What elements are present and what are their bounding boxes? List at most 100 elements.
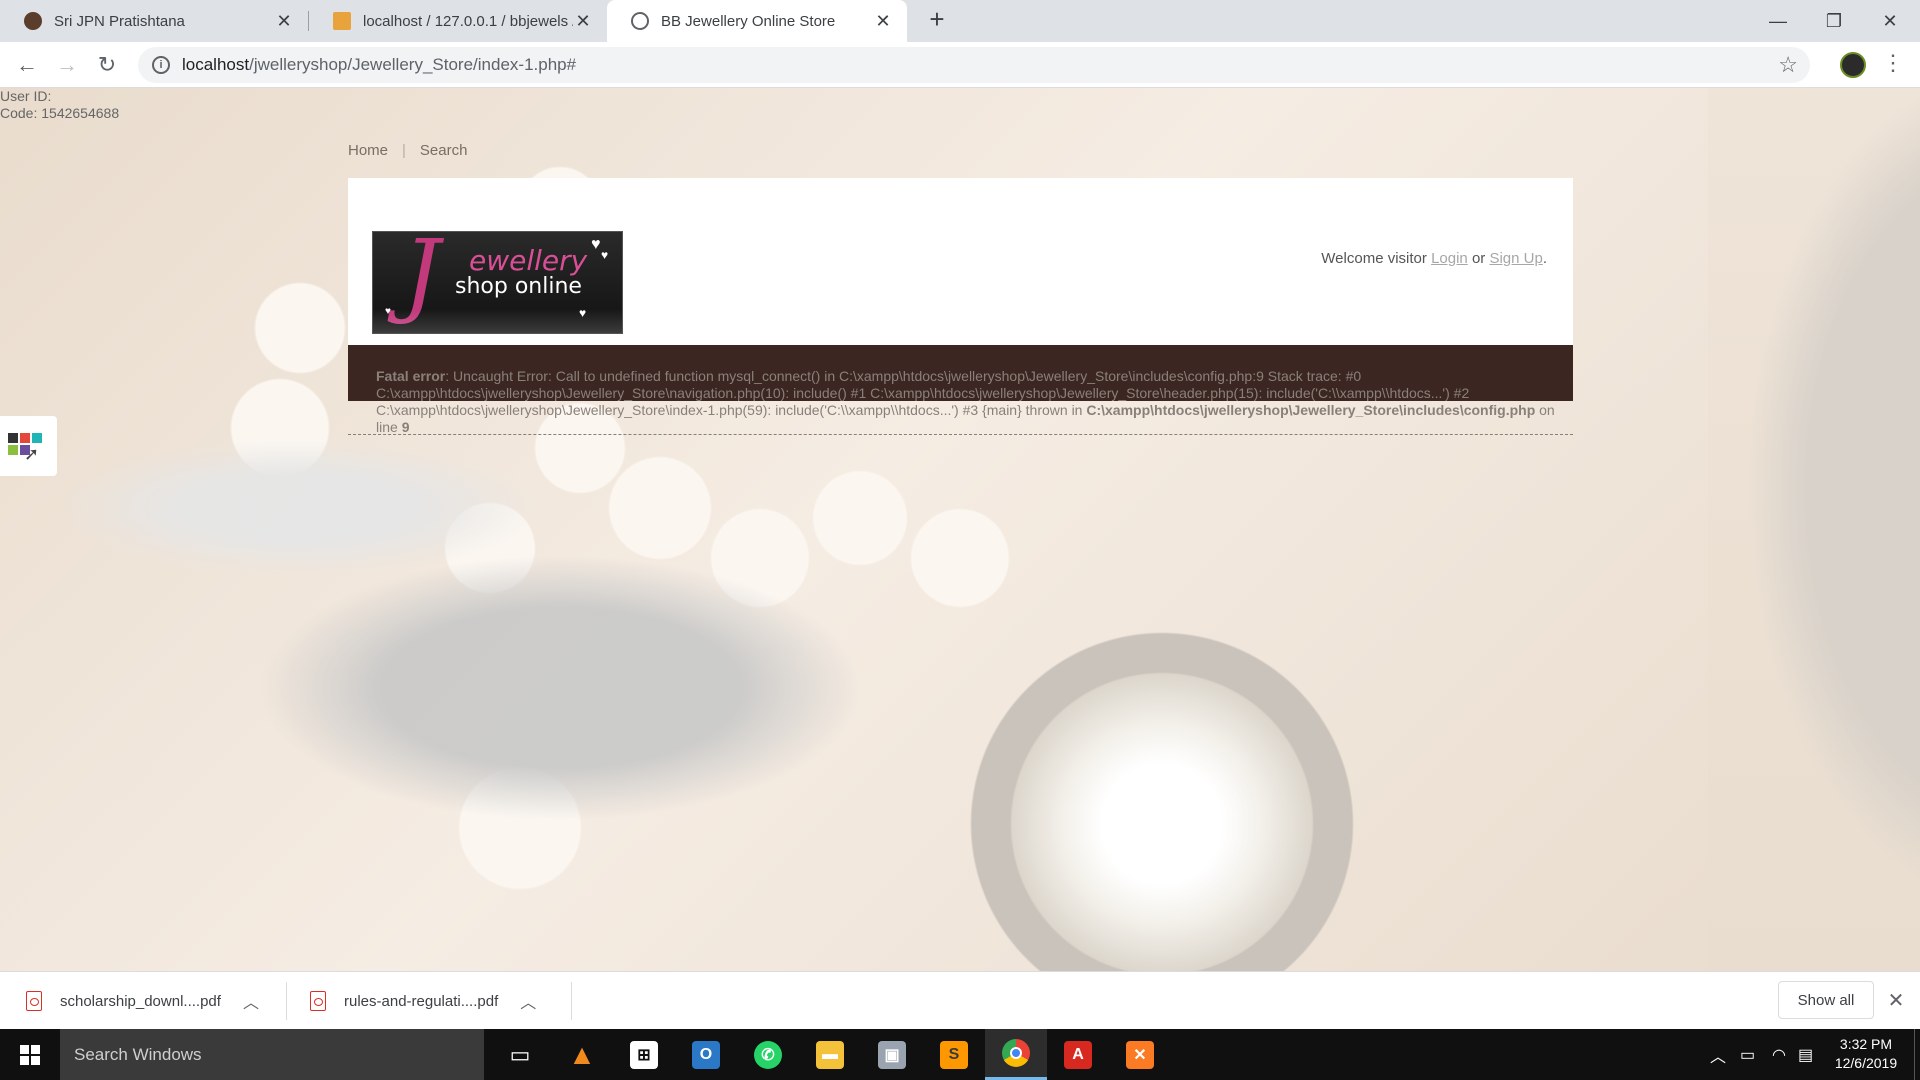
mouse-cursor-icon: ➚ (24, 444, 40, 464)
downloads-shelf: scholarship_downl....pdf ︿ rules-and-reg… (0, 971, 1920, 1029)
file-explorer-icon[interactable]: ▬ (799, 1029, 861, 1080)
outlook-icon[interactable]: O (675, 1029, 737, 1080)
window-close-button[interactable]: ✕ (1862, 0, 1918, 42)
error-file: C:\xampp\htdocs\jwelleryshop\Jewellery_S… (1086, 402, 1536, 418)
download-filename: scholarship_downl....pdf (60, 992, 221, 1010)
widget-square (8, 433, 18, 443)
bookmark-star-icon[interactable]: ☆ (1778, 52, 1798, 78)
background-repeat-image (1708, 88, 1920, 971)
error-label: Fatal error (376, 368, 446, 384)
jewellery-shop-logo[interactable]: J ewellery shop online ♥ ♥ ♥ ♥ (372, 231, 623, 334)
nav-home-link[interactable]: Home (348, 142, 388, 159)
chevron-up-icon[interactable]: ︿ (243, 989, 259, 1013)
profile-avatar[interactable] (1840, 52, 1866, 78)
wifi-icon[interactable]: ◠ (1772, 1029, 1786, 1080)
acrobat-icon[interactable]: A (1047, 1029, 1109, 1080)
download-item[interactable]: rules-and-regulati....pdf ︿ (310, 972, 536, 1030)
welcome-prefix: Welcome visitor (1321, 250, 1427, 267)
download-divider (286, 982, 287, 1020)
windows-logo-icon (20, 1044, 40, 1065)
clock-date: 12/6/2019 (1834, 1055, 1898, 1071)
close-downloads-icon[interactable]: ✕ (1884, 988, 1908, 1013)
heart-icon: ♥ (591, 236, 601, 253)
code-label: Code: (0, 105, 38, 121)
new-tab-button[interactable]: + (922, 4, 952, 35)
vlc-icon[interactable]: ▲ (551, 1029, 613, 1080)
welcome-suffix: . (1542, 250, 1547, 267)
back-arrow-icon[interactable]: ← (12, 50, 42, 80)
whatsapp-icon[interactable]: ✆ (737, 1029, 799, 1080)
widget-square (8, 445, 18, 455)
error-line-number: 9 (401, 419, 410, 435)
tray-chevron-up-icon[interactable]: ︿ (1710, 1029, 1726, 1080)
login-link[interactable]: Login (1431, 250, 1468, 267)
address-bar[interactable]: i localhost/jwelleryshop/Jewellery_Store… (138, 47, 1810, 83)
welcome-message: Welcome visitor Login or Sign Up. (1321, 250, 1547, 267)
task-view-icon[interactable]: ▭ (489, 1029, 551, 1080)
pdf-file-icon (310, 991, 326, 1011)
welcome-or: or (1471, 250, 1486, 267)
taskbar-clock[interactable]: 3:32 PM 12/6/2019 (1826, 1035, 1906, 1073)
logo-letter: J (403, 231, 440, 327)
site-favicon-icon (24, 12, 42, 30)
logo-word-jewellery: ewellery (469, 244, 588, 277)
forward-arrow-icon[interactable]: → (52, 50, 82, 80)
user-info: User ID: Code: 1542654688 (0, 88, 119, 122)
windows-taskbar: Search Windows ▭ ▲ ⊞ O ✆ ▬ ▣ S A ✕ ︿ ▭ ◠… (0, 1029, 1920, 1080)
widget-square (32, 433, 42, 443)
windows-search-box[interactable]: Search Windows (60, 1029, 484, 1080)
download-divider (571, 982, 572, 1020)
download-item[interactable]: scholarship_downl....pdf ︿ (26, 972, 259, 1030)
sign-up-link[interactable]: Sign Up (1489, 250, 1542, 267)
tab-close-icon[interactable]: ✕ (573, 11, 593, 32)
restore-button[interactable]: ❐ (1806, 0, 1862, 42)
extension-widget[interactable]: ➚ (0, 416, 57, 476)
site-header: J ewellery shop online ♥ ♥ ♥ ♥ Welcome v… (348, 178, 1573, 345)
browser-toolbar: ← → ↻ i localhost/jwelleryshop/Jewellery… (0, 42, 1920, 88)
show-desktop-button[interactable] (1914, 1029, 1920, 1080)
minimize-button[interactable]: — (1750, 0, 1806, 42)
computer-icon[interactable]: ▣ (861, 1029, 923, 1080)
chrome-icon[interactable] (985, 1029, 1047, 1080)
heart-icon: ♥ (601, 248, 609, 262)
store-icon[interactable]: ⊞ (613, 1029, 675, 1080)
nav-search-link[interactable]: Search (420, 142, 468, 159)
php-fatal-error: Fatal error: Uncaught Error: Call to und… (376, 368, 1556, 436)
tab-title: BB Jewellery Online Store (661, 12, 836, 30)
code-line: Code: 1542654688 (0, 105, 119, 122)
browser-tab-strip: Sri JPN Pratishtana ✕ localhost / 127.0.… (0, 0, 1920, 42)
chevron-up-icon[interactable]: ︿ (520, 989, 536, 1013)
top-navigation: Home | Search (348, 142, 467, 159)
widget-square (20, 433, 30, 443)
url-host: localhost (182, 55, 250, 74)
url-path: /jwelleryshop/Jewellery_Store/index-1.ph… (249, 55, 577, 74)
tab-close-icon[interactable]: ✕ (873, 11, 893, 32)
logo-word-shop-online: shop online (455, 274, 582, 299)
show-all-button[interactable]: Show all (1778, 981, 1874, 1019)
site-info-icon[interactable]: i (152, 56, 170, 74)
download-filename: rules-and-regulati....pdf (344, 992, 499, 1010)
tab-close-icon[interactable]: ✕ (274, 11, 294, 32)
tab-bb-jewellery-online-store[interactable]: BB Jewellery Online Store ✕ (607, 0, 907, 42)
dashed-divider (348, 434, 1573, 435)
logo-shine (373, 309, 622, 333)
tab-sri-jpn-pratishtana[interactable]: Sri JPN Pratishtana ✕ (0, 0, 308, 42)
battery-icon[interactable]: ▭ (1740, 1029, 1755, 1080)
start-button[interactable] (0, 1029, 60, 1080)
tab-phpmyadmin[interactable]: localhost / 127.0.0.1 / bbjewels / ✕ (309, 0, 607, 42)
clock-time: 3:32 PM (1839, 1036, 1893, 1052)
phpmyadmin-icon (333, 12, 351, 30)
tab-title: localhost / 127.0.0.1 / bbjewels / (363, 12, 573, 30)
page-viewport: User ID: Code: 1542654688 ➚ Home | Search … (0, 88, 1920, 971)
user-id-label: User ID: (0, 88, 52, 104)
sublime-text-icon[interactable]: S (923, 1029, 985, 1080)
code-value: 1542654688 (41, 105, 120, 121)
pdf-file-icon (26, 991, 42, 1011)
notification-icon[interactable]: ▤ (1798, 1029, 1813, 1080)
globe-icon (631, 12, 649, 30)
reload-icon[interactable]: ↻ (92, 50, 122, 80)
xampp-icon[interactable]: ✕ (1109, 1029, 1171, 1080)
browser-menu-icon[interactable]: ⋮ (1882, 50, 1904, 76)
nav-separator: | (402, 142, 406, 159)
tab-title: Sri JPN Pratishtana (54, 12, 185, 30)
